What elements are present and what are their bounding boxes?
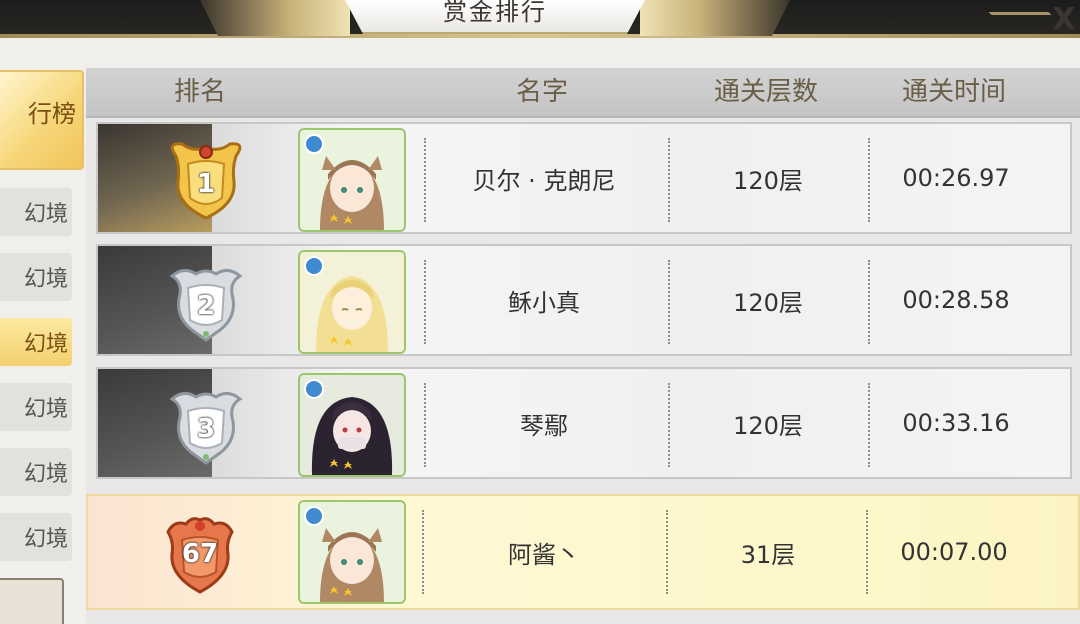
tab-realm-5[interactable]: 幻境 [0, 448, 72, 496]
title-plate: 赏金排行 [345, 0, 645, 34]
clear-time: 00:07.00 [900, 538, 1008, 566]
clear-time: 00:26.97 [902, 164, 1010, 192]
row-separator [666, 510, 668, 594]
floors-cleared: 120层 [733, 411, 803, 440]
row-separator [668, 383, 670, 467]
close-button[interactable]: X [1048, 0, 1080, 40]
player-avatar[interactable] [298, 250, 406, 354]
column-header-time: 通关时间 [901, 77, 1007, 107]
column-header-rank: 排名 [173, 77, 227, 107]
clear-time: 00:33.16 [902, 409, 1010, 437]
tab-label: 行榜 [28, 100, 76, 128]
row-separator [668, 138, 670, 222]
tab-realm-4[interactable]: 幻境 [0, 383, 72, 431]
player-avatar[interactable] [298, 373, 406, 477]
rank-number: 3 [196, 414, 216, 444]
tab-realm-2[interactable]: 幻境 [0, 253, 72, 301]
tab-label: 幻境 [23, 267, 68, 292]
row-separator [422, 510, 424, 594]
ranking-row[interactable]: 3 琴鄢 120层 00:33.16 [96, 367, 1072, 479]
header-ornament-left [200, 0, 350, 36]
column-header-floors: 通关层数 [713, 77, 819, 107]
silver-rank-badge-icon: 3 [166, 383, 246, 467]
row-separator [866, 510, 868, 594]
row-separator [424, 138, 426, 222]
row-separator [424, 260, 426, 344]
player-avatar[interactable] [298, 128, 406, 232]
ranking-row[interactable]: 1 贝尔 · 克朗尼 120层 00:26.97 [96, 122, 1072, 234]
tab-realm-1[interactable]: 幻境 [0, 188, 72, 236]
player-name: 贝尔 · 克朗尼 [472, 166, 616, 195]
ranking-row[interactable]: 2 稣小真 120层 00:28.58 [96, 244, 1072, 356]
gold-rank-badge-icon: 1 [166, 138, 246, 222]
tab-realm-3[interactable]: 幻境 [0, 318, 72, 366]
player-avatar[interactable] [298, 500, 406, 604]
player-name: 琴鄢 [520, 411, 568, 440]
row-separator [868, 383, 870, 467]
row-separator [668, 260, 670, 344]
tab-bottom-button[interactable] [0, 578, 64, 624]
tab-realm-6[interactable]: 幻境 [0, 513, 72, 561]
tab-label: 幻境 [23, 462, 68, 487]
my-ranking-row[interactable]: 67 阿酱丶 31层 00:07.00 [86, 494, 1080, 610]
tab-label: 幻境 [23, 397, 68, 422]
table-header: 排名 名字 通关层数 通关时间 [86, 68, 1080, 118]
player-name: 稣小真 [508, 288, 580, 317]
column-header-name: 名字 [515, 77, 569, 107]
floors-cleared: 120层 [733, 166, 803, 195]
row-separator [868, 138, 870, 222]
silver-rank-badge-icon: 2 [166, 260, 246, 344]
tab-label: 幻境 [23, 332, 68, 357]
floors-cleared: 31层 [740, 540, 796, 569]
header-ornament-right [640, 0, 790, 36]
page-title: 赏金排行 [443, 0, 547, 26]
tab-label: 幻境 [23, 527, 68, 552]
tab-leaderboard[interactable]: 行榜 [0, 70, 84, 170]
player-name: 阿酱丶 [508, 540, 580, 569]
tab-label: 幻境 [23, 202, 68, 227]
bronze-rank-badge-icon: 67 [160, 512, 240, 596]
row-separator [424, 383, 426, 467]
rank-number: 2 [196, 291, 216, 321]
floors-cleared: 120层 [733, 288, 803, 317]
rank-number: 67 [181, 539, 219, 569]
rank-number: 1 [196, 169, 216, 199]
row-separator [868, 260, 870, 344]
clear-time: 00:28.58 [902, 286, 1010, 314]
